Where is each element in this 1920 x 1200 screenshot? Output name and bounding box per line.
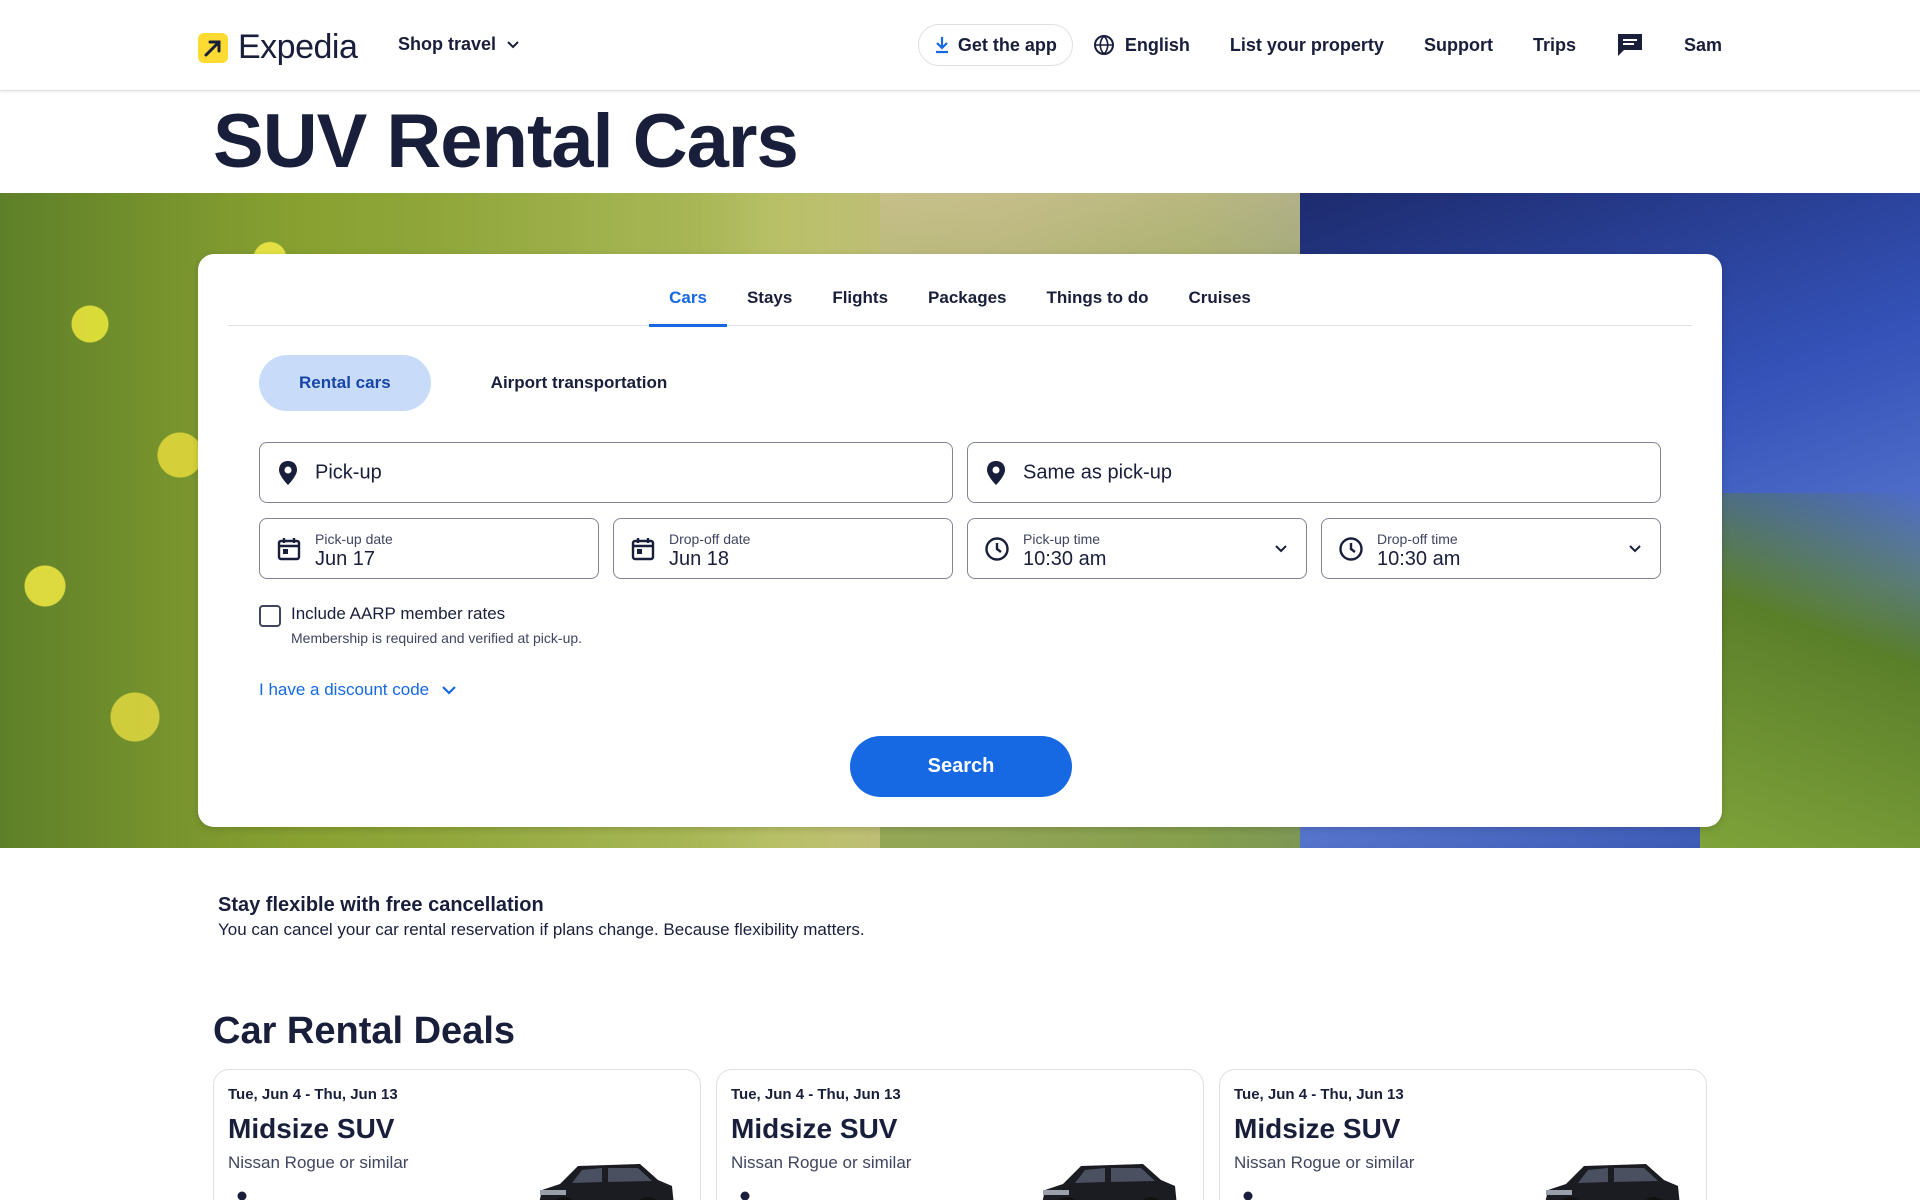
shop-travel-label: Shop travel [398, 34, 497, 54]
page-title: SUV Rental Cars [213, 99, 799, 184]
dropoff-time-label: Drop-off time [1377, 531, 1458, 547]
dropoff-time-value: 10:30 am [1377, 548, 1461, 570]
flexibility-text: You can cancel your car rental reservati… [218, 920, 865, 939]
chevron-down-icon [442, 686, 456, 695]
clock-icon [985, 536, 1009, 561]
deal-card[interactable]: Tue, Jun 4 - Thu, Jun 13 Midsize SUV Nis… [1219, 1069, 1707, 1200]
pickup-location-field[interactable]: Pick-up [259, 442, 953, 503]
airport-transportation-pill[interactable]: Airport transportation [451, 355, 708, 411]
aarp-checkbox[interactable] [259, 605, 281, 627]
aarp-option: Include AARP member rates Membership is … [259, 604, 582, 646]
pickup-location-placeholder: Pick-up [315, 461, 382, 483]
tab-cruises[interactable]: Cruises [1168, 254, 1270, 326]
chat-icon[interactable] [1616, 32, 1644, 58]
pickup-date-field[interactable]: Pick-up date Jun 17 [259, 518, 599, 579]
person-icon [740, 1191, 750, 1200]
deal-dates: Tue, Jun 4 - Thu, Jun 13 [1234, 1086, 1404, 1103]
deal-dates: Tue, Jun 4 - Thu, Jun 13 [228, 1086, 398, 1103]
discount-code-label: I have a discount code [259, 680, 430, 699]
dropoff-date-value: Jun 18 [669, 548, 730, 570]
product-tabs: Cars Stays Flights Packages Things to do… [228, 254, 1692, 327]
header: Expedia Shop travel Get the app English … [0, 0, 1920, 91]
aarp-label[interactable]: Include AARP member rates [291, 604, 582, 624]
chevron-down-icon [507, 40, 519, 48]
hero-grass-graphic [1700, 493, 1920, 848]
language-selector[interactable]: English [1093, 34, 1190, 56]
dropoff-location-field[interactable]: Same as pick-up [967, 442, 1661, 503]
deal-car-class: Midsize SUV [731, 1113, 898, 1144]
search-button[interactable]: Search [850, 736, 1072, 797]
aarp-note: Membership is required and verified at p… [291, 630, 583, 646]
location-pin-icon [279, 460, 297, 485]
person-icon [237, 1191, 247, 1200]
suv-car-image [1042, 1164, 1177, 1200]
tab-packages[interactable]: Packages [908, 254, 1026, 326]
deals-title: Car Rental Deals [213, 1010, 516, 1052]
clock-icon [1339, 536, 1363, 561]
deal-card[interactable]: Tue, Jun 4 - Thu, Jun 13 Midsize SUV Nis… [716, 1069, 1204, 1200]
deal-car-model: Nissan Rogue or similar [1234, 1153, 1415, 1172]
tab-stays[interactable]: Stays [727, 254, 812, 326]
suv-car-image [1545, 1164, 1680, 1200]
deal-card[interactable]: Tue, Jun 4 - Thu, Jun 13 Midsize SUV Nis… [213, 1069, 701, 1200]
deal-car-model: Nissan Rogue or similar [228, 1153, 409, 1172]
chevron-down-icon [1629, 544, 1641, 552]
support-link[interactable]: Support [1424, 35, 1493, 56]
get-the-app-button[interactable]: Get the app [917, 24, 1073, 66]
calendar-icon [277, 537, 301, 560]
tab-flights[interactable]: Flights [812, 254, 908, 326]
discount-code-toggle[interactable]: I have a discount code [259, 680, 457, 700]
deal-car-class: Midsize SUV [1234, 1113, 1401, 1144]
header-nav: Get the app English List your property S… [917, 24, 1722, 66]
tab-things-to-do[interactable]: Things to do [1027, 254, 1169, 326]
list-your-property-link[interactable]: List your property [1230, 35, 1384, 56]
deal-car-class: Midsize SUV [228, 1113, 395, 1144]
shop-travel-menu[interactable]: Shop travel [398, 34, 520, 55]
pickup-date-label: Pick-up date [315, 531, 393, 547]
user-account-menu[interactable]: Sam [1684, 35, 1722, 56]
suv-car-image [539, 1164, 674, 1200]
dropoff-location-placeholder: Same as pick-up [1023, 461, 1172, 483]
brand-name: Expedia [238, 28, 358, 66]
trips-link[interactable]: Trips [1533, 35, 1576, 56]
chevron-down-icon [1275, 544, 1287, 552]
tab-cars[interactable]: Cars [649, 254, 727, 327]
calendar-icon [631, 537, 655, 560]
deal-car-model: Nissan Rogue or similar [731, 1153, 912, 1172]
person-icon [1243, 1191, 1253, 1200]
deal-dates: Tue, Jun 4 - Thu, Jun 13 [731, 1086, 901, 1103]
pickup-date-value: Jun 17 [315, 548, 376, 570]
pickup-time-label: Pick-up time [1023, 531, 1101, 547]
pickup-time-value: 10:30 am [1023, 548, 1107, 570]
language-label: English [1124, 34, 1190, 55]
rental-cars-pill[interactable]: Rental cars [259, 355, 431, 411]
expedia-logo-icon [198, 32, 228, 63]
download-icon [935, 37, 948, 54]
dropoff-time-select[interactable]: Drop-off time 10:30 am [1321, 518, 1661, 579]
expedia-logo[interactable]: Expedia [198, 28, 358, 67]
dropoff-date-field[interactable]: Drop-off date Jun 18 [613, 518, 953, 579]
globe-icon [1093, 35, 1114, 55]
location-pin-icon [987, 460, 1005, 485]
dropoff-date-label: Drop-off date [669, 531, 751, 547]
flexibility-title: Stay flexible with free cancellation [218, 894, 544, 916]
search-form-card: Cars Stays Flights Packages Things to do… [198, 254, 1722, 827]
get-the-app-label: Get the app [957, 34, 1057, 55]
pickup-time-select[interactable]: Pick-up time 10:30 am [967, 518, 1307, 579]
car-type-tabs: Rental cars Airport transportation [259, 355, 707, 411]
